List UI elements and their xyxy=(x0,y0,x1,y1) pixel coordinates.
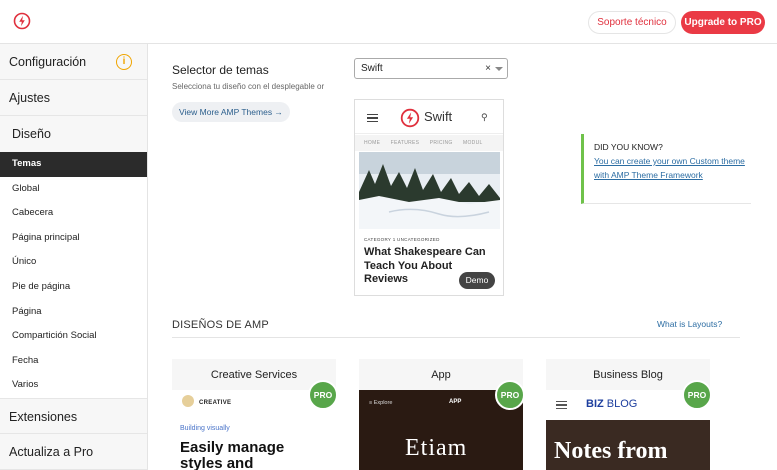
creative-logo-icon xyxy=(182,395,194,407)
support-button[interactable]: Soporte técnico xyxy=(588,11,676,34)
hamburger-menu-icon xyxy=(556,401,567,409)
layout-card-title: App xyxy=(431,369,451,381)
hamburger-menu-icon xyxy=(367,114,378,122)
sidebar-subitem-fecha[interactable]: Fecha xyxy=(0,349,147,374)
custom-theme-link[interactable]: You can create your own Custom theme wit… xyxy=(594,154,749,182)
pro-badge: PRO xyxy=(682,380,712,410)
did-you-know-box: DID YOU KNOW? You can create your own Cu… xyxy=(581,134,751,204)
view-more-themes-button[interactable]: View More AMP Themes → xyxy=(172,102,290,122)
divider xyxy=(172,337,740,338)
layout-card-app[interactable]: App ≡ Explore APP Etiam xyxy=(359,359,523,470)
preview-header: Swift ⚲ xyxy=(355,100,503,134)
amp-logo-icon xyxy=(13,12,31,30)
layout-card-title: Business Blog xyxy=(593,369,663,381)
sidebar-item-ajustes[interactable]: Ajustes xyxy=(0,80,147,116)
theme-select[interactable]: Swift × xyxy=(354,58,508,79)
chevron-down-icon xyxy=(495,67,503,71)
sidebar-item-label: Diseño xyxy=(12,127,51,141)
sidebar-item-label: Ajustes xyxy=(9,91,50,105)
sidebar-subitem-pagina-principal[interactable]: Página principal xyxy=(0,226,147,251)
theme-select-value: Swift xyxy=(361,63,383,74)
sidebar-item-label: Extensiones xyxy=(9,409,78,424)
sidebar-item-label: Configuración xyxy=(9,55,87,69)
pro-badge: PRO xyxy=(308,380,338,410)
preview-post-meta: CATEGORY 1 UNCATEGORIZED xyxy=(364,237,440,242)
thumbnail-menu: ≡ Explore xyxy=(369,400,393,406)
thumbnail-kicker: Building visually xyxy=(180,425,230,432)
theme-preview-card: Swift ⚲ HOME FEATURES PRICING MODUL CATE… xyxy=(354,99,504,296)
layout-card-business-blog[interactable]: Business Blog BIZ BLOG Notes from xyxy=(546,359,710,470)
preview-nav-item: HOME xyxy=(364,140,381,146)
layout-card-creative-services[interactable]: Creative Services CREATIVE Building visu… xyxy=(172,359,336,470)
preview-brand-name: Swift xyxy=(424,109,453,124)
preview-nav-item: FEATURES xyxy=(390,140,420,146)
demo-button[interactable]: Demo xyxy=(459,272,495,289)
sidebar-submenu-diseno: Temas Global Cabecera Página principal Ú… xyxy=(0,152,147,398)
sidebar-subitem-pagina[interactable]: Página xyxy=(0,300,147,325)
sidebar-item-actualiza-pro[interactable]: Actualiza a Pro xyxy=(0,434,147,470)
top-bar: Soporte técnico Upgrade to PRO xyxy=(0,0,777,44)
thumbnail-headline: Notes from xyxy=(554,438,668,464)
thumbnail-headline: Easily manage styles and xyxy=(180,439,285,470)
theme-selector-description: Selecciona tu diseño con el desplegable … xyxy=(172,82,325,91)
thumbnail-headline: Etiam xyxy=(405,435,468,461)
upgrade-pro-button[interactable]: Upgrade to PRO xyxy=(681,11,765,34)
sidebar-subitem-varios[interactable]: Varios xyxy=(0,373,147,398)
sidebar: Configuración i Ajustes Diseño Temas Glo… xyxy=(0,44,148,470)
sidebar-item-configuracion[interactable]: Configuración i xyxy=(0,44,147,80)
thumbnail-app-label: APP xyxy=(449,399,462,405)
sidebar-item-diseno[interactable]: Diseño xyxy=(0,116,147,152)
sidebar-subitem-global[interactable]: Global xyxy=(0,177,147,202)
sidebar-item-label: Actualiza a Pro xyxy=(9,444,94,459)
preview-nav-item: PRICING xyxy=(429,140,453,146)
sidebar-item-extensiones[interactable]: Extensiones xyxy=(0,397,147,434)
layout-card-title: Creative Services xyxy=(210,369,298,381)
main-content: Selector de temas Selecciona tu diseño c… xyxy=(149,44,777,470)
sidebar-subitem-pie-de-pagina[interactable]: Pie de página xyxy=(0,275,147,300)
thumbnail-brand: CREATIVE xyxy=(199,400,232,406)
info-icon: i xyxy=(116,54,132,70)
preview-hero-image xyxy=(359,152,500,229)
preview-nav-item: MODUL xyxy=(463,140,483,146)
swift-logo-icon xyxy=(400,108,420,128)
theme-selector-title: Selector de temas xyxy=(172,63,269,77)
clear-selection-icon[interactable]: × xyxy=(485,59,491,78)
thumbnail-brand: BIZ BLOG xyxy=(586,398,638,410)
pro-badge: PRO xyxy=(495,380,525,410)
sidebar-subitem-temas[interactable]: Temas xyxy=(0,152,147,177)
search-icon: ⚲ xyxy=(481,112,488,122)
sidebar-subitem-comparticion-social[interactable]: Compartición Social xyxy=(0,324,147,349)
sidebar-subitem-unico[interactable]: Único xyxy=(0,250,147,275)
what-is-layouts-link[interactable]: What is Layouts? xyxy=(657,319,722,329)
layouts-section-title: DISEÑOS DE AMP xyxy=(172,319,269,331)
sidebar-subitem-cabecera[interactable]: Cabecera xyxy=(0,201,147,226)
did-you-know-title: DID YOU KNOW? xyxy=(594,142,663,152)
preview-nav: HOME FEATURES PRICING MODUL xyxy=(355,135,503,151)
